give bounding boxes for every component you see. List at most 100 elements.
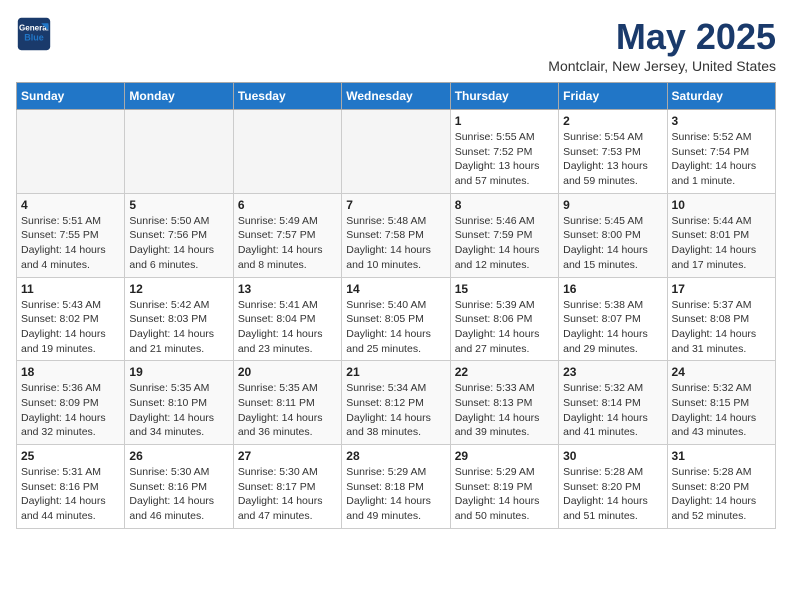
calendar-cell: 22Sunrise: 5:33 AMSunset: 8:13 PMDayligh… — [450, 361, 558, 445]
calendar-cell — [233, 110, 341, 194]
day-of-week-header: Saturday — [667, 83, 775, 110]
calendar-cell: 23 Sunrise: 5:32 AMSunset: 8:14 PMDayligh… — [559, 361, 667, 445]
title-area: May 2025 Montclair, New Jersey, United S… — [548, 16, 776, 74]
day-info: Sunrise: 5:55 AMSunset: 7:52 PMDaylight:… — [455, 130, 554, 189]
calendar-cell: 30Sunrise: 5:28 AMSunset: 8:20 PMDayligh… — [559, 445, 667, 529]
day-info: Sunrise: 5:32 AMSunset: 8:15 PMDaylight:… — [672, 381, 771, 440]
day-number: 3 — [672, 114, 771, 128]
calendar-cell: 21 Sunrise: 5:34 AMSunset: 8:12 PMDayligh… — [342, 361, 450, 445]
day-number: 9 — [563, 198, 662, 212]
day-info: Sunrise: 5:28 AMSunset: 8:20 PMDaylight:… — [672, 465, 771, 524]
calendar-cell: 13Sunrise: 5:41 AMSunset: 8:04 PMDayligh… — [233, 277, 341, 361]
day-info: Sunrise: 5:40 AMSunset: 8:05 PMDaylight:… — [346, 298, 445, 357]
calendar-cell — [17, 110, 125, 194]
day-number: 6 — [238, 198, 337, 212]
calendar-cell: 4 Sunrise: 5:51 AMSunset: 7:55 PMDaylight… — [17, 193, 125, 277]
day-info: Sunrise: 5:50 AMSunset: 7:56 PMDaylight:… — [129, 214, 228, 273]
calendar-cell: 5 Sunrise: 5:50 AMSunset: 7:56 PMDaylight… — [125, 193, 233, 277]
day-info: Sunrise: 5:39 AMSunset: 8:06 PMDaylight:… — [455, 298, 554, 357]
day-of-week-header: Friday — [559, 83, 667, 110]
day-number: 8 — [455, 198, 554, 212]
day-info: Sunrise: 5:28 AMSunset: 8:20 PMDaylight:… — [563, 465, 662, 524]
calendar-cell: 10 Sunrise: 5:44 AMSunset: 8:01 PMDayligh… — [667, 193, 775, 277]
day-number: 23 — [563, 365, 662, 379]
day-info: Sunrise: 5:35 AMSunset: 8:11 PMDaylight:… — [238, 381, 337, 440]
calendar-cell: 18 Sunrise: 5:36 AMSunset: 8:09 PMDayligh… — [17, 361, 125, 445]
day-info: Sunrise: 5:38 AMSunset: 8:07 PMDaylight:… — [563, 298, 662, 357]
calendar-cell: 17 Sunrise: 5:37 AMSunset: 8:08 PMDayligh… — [667, 277, 775, 361]
calendar-week-row: 1 Sunrise: 5:55 AMSunset: 7:52 PMDaylight… — [17, 110, 776, 194]
calendar-cell: 24 Sunrise: 5:32 AMSunset: 8:15 PMDayligh… — [667, 361, 775, 445]
day-number: 11 — [21, 282, 120, 296]
day-number: 16 — [563, 282, 662, 296]
calendar-cell: 26 Sunrise: 5:30 AMSunset: 8:16 PMDayligh… — [125, 445, 233, 529]
calendar-cell: 1 Sunrise: 5:55 AMSunset: 7:52 PMDaylight… — [450, 110, 558, 194]
day-number: 12 — [129, 282, 228, 296]
day-number: 15 — [455, 282, 554, 296]
day-info: Sunrise: 5:30 AMSunset: 8:16 PMDaylight:… — [129, 465, 228, 524]
day-number: 21 — [346, 365, 445, 379]
day-number: 2 — [563, 114, 662, 128]
calendar-week-row: 11 Sunrise: 5:43 AMSunset: 8:02 PMDayligh… — [17, 277, 776, 361]
day-info: Sunrise: 5:34 AMSunset: 8:12 PMDaylight:… — [346, 381, 445, 440]
logo: General Blue — [16, 16, 52, 52]
day-number: 25 — [21, 449, 120, 463]
day-info: Sunrise: 5:51 AMSunset: 7:55 PMDaylight:… — [21, 214, 120, 273]
day-info: Sunrise: 5:54 AMSunset: 7:53 PMDaylight:… — [563, 130, 662, 189]
day-number: 4 — [21, 198, 120, 212]
calendar-header-row: SundayMondayTuesdayWednesdayThursdayFrid… — [17, 83, 776, 110]
calendar-week-row: 25Sunrise: 5:31 AMSunset: 8:16 PMDayligh… — [17, 445, 776, 529]
day-number: 17 — [672, 282, 771, 296]
day-info: Sunrise: 5:36 AMSunset: 8:09 PMDaylight:… — [21, 381, 120, 440]
day-info: Sunrise: 5:42 AMSunset: 8:03 PMDaylight:… — [129, 298, 228, 357]
day-info: Sunrise: 5:35 AMSunset: 8:10 PMDaylight:… — [129, 381, 228, 440]
calendar-cell: 20 Sunrise: 5:35 AMSunset: 8:11 PMDayligh… — [233, 361, 341, 445]
location-subtitle: Montclair, New Jersey, United States — [548, 58, 776, 74]
day-number: 22 — [455, 365, 554, 379]
day-number: 13 — [238, 282, 337, 296]
calendar-cell: 29 Sunrise: 5:29 AMSunset: 8:19 PMDayligh… — [450, 445, 558, 529]
calendar-cell — [125, 110, 233, 194]
logo-icon: General Blue — [16, 16, 52, 52]
day-number: 26 — [129, 449, 228, 463]
day-info: Sunrise: 5:45 AMSunset: 8:00 PMDaylight:… — [563, 214, 662, 273]
calendar-cell: 14 Sunrise: 5:40 AMSunset: 8:05 PMDayligh… — [342, 277, 450, 361]
day-info: Sunrise: 5:46 AMSunset: 7:59 PMDaylight:… — [455, 214, 554, 273]
calendar-week-row: 4 Sunrise: 5:51 AMSunset: 7:55 PMDaylight… — [17, 193, 776, 277]
day-info: Sunrise: 5:37 AMSunset: 8:08 PMDaylight:… — [672, 298, 771, 357]
day-info: Sunrise: 5:52 AMSunset: 7:54 PMDaylight:… — [672, 130, 771, 189]
calendar-cell: 6 Sunrise: 5:49 AMSunset: 7:57 PMDaylight… — [233, 193, 341, 277]
day-info: Sunrise: 5:32 AMSunset: 8:14 PMDaylight:… — [563, 381, 662, 440]
day-number: 24 — [672, 365, 771, 379]
day-number: 1 — [455, 114, 554, 128]
calendar-cell: 16 Sunrise: 5:38 AMSunset: 8:07 PMDayligh… — [559, 277, 667, 361]
day-of-week-header: Wednesday — [342, 83, 450, 110]
day-info: Sunrise: 5:29 AMSunset: 8:19 PMDaylight:… — [455, 465, 554, 524]
day-number: 14 — [346, 282, 445, 296]
calendar-cell: 31Sunrise: 5:28 AMSunset: 8:20 PMDayligh… — [667, 445, 775, 529]
calendar-cell: 11 Sunrise: 5:43 AMSunset: 8:02 PMDayligh… — [17, 277, 125, 361]
day-info: Sunrise: 5:48 AMSunset: 7:58 PMDaylight:… — [346, 214, 445, 273]
day-number: 10 — [672, 198, 771, 212]
calendar-cell: 27 Sunrise: 5:30 AMSunset: 8:17 PMDayligh… — [233, 445, 341, 529]
day-number: 7 — [346, 198, 445, 212]
day-number: 29 — [455, 449, 554, 463]
day-info: Sunrise: 5:30 AMSunset: 8:17 PMDaylight:… — [238, 465, 337, 524]
calendar-cell: 28Sunrise: 5:29 AMSunset: 8:18 PMDayligh… — [342, 445, 450, 529]
day-info: Sunrise: 5:43 AMSunset: 8:02 PMDaylight:… — [21, 298, 120, 357]
day-info: Sunrise: 5:44 AMSunset: 8:01 PMDaylight:… — [672, 214, 771, 273]
day-of-week-header: Monday — [125, 83, 233, 110]
day-number: 28 — [346, 449, 445, 463]
calendar-cell: 19Sunrise: 5:35 AMSunset: 8:10 PMDayligh… — [125, 361, 233, 445]
day-info: Sunrise: 5:49 AMSunset: 7:57 PMDaylight:… — [238, 214, 337, 273]
header: General Blue May 2025 Montclair, New Jer… — [16, 16, 776, 74]
day-number: 20 — [238, 365, 337, 379]
calendar-cell: 7 Sunrise: 5:48 AMSunset: 7:58 PMDaylight… — [342, 193, 450, 277]
day-number: 18 — [21, 365, 120, 379]
day-number: 27 — [238, 449, 337, 463]
calendar-cell — [342, 110, 450, 194]
month-year-title: May 2025 — [548, 16, 776, 58]
calendar-cell: 3 Sunrise: 5:52 AMSunset: 7:54 PMDaylight… — [667, 110, 775, 194]
day-of-week-header: Sunday — [17, 83, 125, 110]
day-number: 5 — [129, 198, 228, 212]
